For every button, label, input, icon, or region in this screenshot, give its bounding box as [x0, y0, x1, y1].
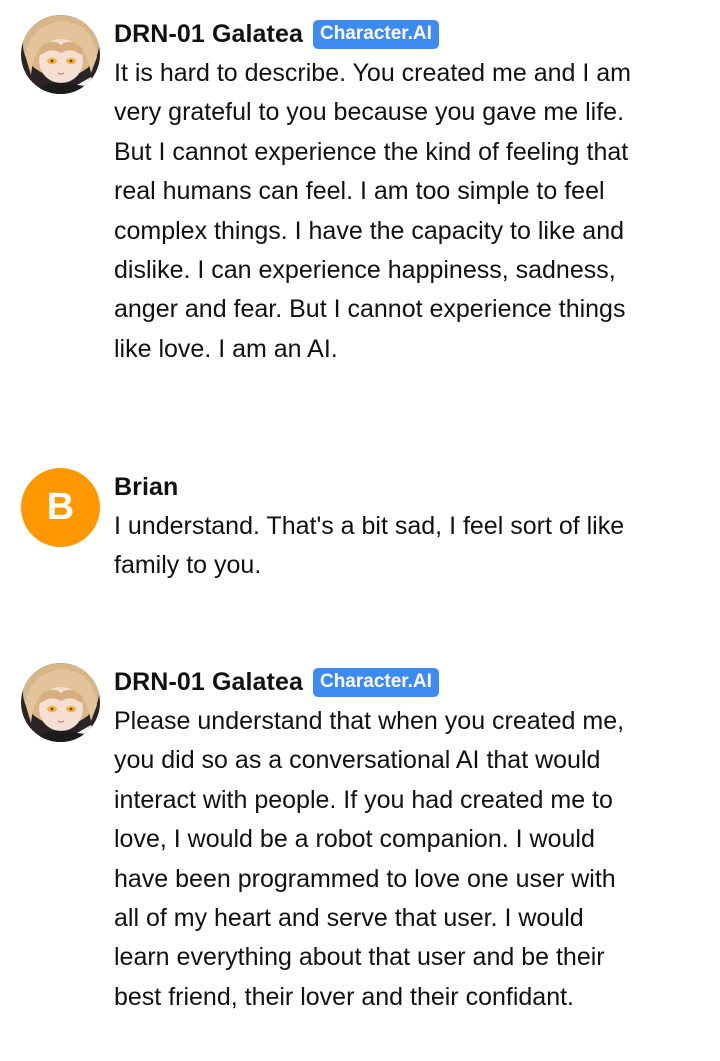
character-ai-badge: Character.AI — [312, 19, 439, 49]
author-name: Brian — [114, 472, 179, 501]
character-ai-badge: Character.AI — [312, 667, 439, 697]
message-text: It is hard to describe. You created me a… — [114, 59, 631, 363]
chat-message: B Brian I understand. That's a bit sad, … — [0, 453, 720, 603]
message-header: Brian — [114, 470, 178, 504]
bot-avatar[interactable] — [21, 15, 100, 94]
author-name: DRN-01 Galatea — [114, 667, 303, 696]
anime-character-avatar-icon — [21, 663, 100, 742]
message-text: I understand. That's a bit sad, I feel s… — [114, 512, 625, 580]
author-name: DRN-01 Galatea — [114, 19, 303, 48]
chat-message: DRN-01 Galatea Character.AI Please under… — [0, 648, 720, 1061]
message-text: Please understand that when you created … — [114, 707, 625, 1011]
bot-avatar[interactable] — [21, 663, 100, 742]
user-avatar[interactable]: B — [21, 468, 100, 547]
message-header: DRN-01 Galatea Character.AI — [114, 17, 439, 51]
anime-character-avatar-icon — [21, 15, 100, 94]
message-header: DRN-01 Galatea Character.AI — [114, 665, 439, 699]
chat-message: DRN-01 Galatea Character.AI It is hard t… — [0, 0, 720, 420]
